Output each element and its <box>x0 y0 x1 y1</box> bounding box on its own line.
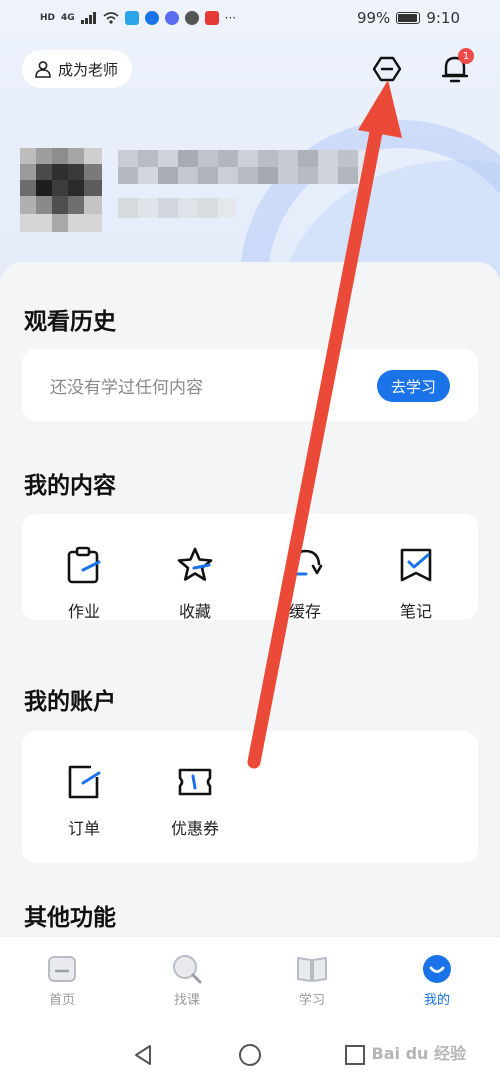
orders-item[interactable]: 订单 <box>44 763 124 839</box>
tab-study-label: 学习 <box>298 993 325 1008</box>
go-study-button[interactable]: 去学习 <box>376 370 450 402</box>
network-indicator: 4G <box>61 13 75 23</box>
watch-history-title: 观看历史 <box>24 309 116 335</box>
watch-history-card: 还没有学过任何内容 去学习 <box>22 349 478 421</box>
recents-square-icon[interactable] <box>344 1043 366 1067</box>
tab-study[interactable]: 学习 <box>272 953 352 1008</box>
chat-notification-icon <box>184 11 199 25</box>
settings-button[interactable] <box>370 52 404 86</box>
app-notification-icon <box>144 11 159 25</box>
notifications-button[interactable]: 1 <box>438 48 474 86</box>
tab-mine[interactable]: 我的 <box>397 953 477 1008</box>
coupon-icon <box>178 768 212 796</box>
my-account-card: 订单 优惠券 <box>22 731 478 863</box>
cache-download-icon <box>289 549 323 576</box>
home-circle-icon[interactable] <box>238 1043 262 1067</box>
favorites-item[interactable]: 收藏 <box>155 546 235 622</box>
hexagon-settings-icon <box>372 56 402 82</box>
cache-label: 缓存 <box>288 602 321 621</box>
profile-icon <box>423 955 451 983</box>
order-icon <box>68 765 101 799</box>
coupons-label: 优惠券 <box>170 819 219 838</box>
notes-item[interactable]: 笔记 <box>376 546 456 622</box>
tab-find-course-label: 找课 <box>173 993 200 1008</box>
app-notification-icon <box>164 11 179 25</box>
tab-home-label: 首页 <box>48 993 75 1008</box>
my-account-title: 我的账户 <box>24 689 116 715</box>
notes-label: 笔记 <box>399 602 432 621</box>
back-triangle-icon[interactable] <box>132 1043 154 1067</box>
become-teacher-button[interactable]: 成为老师 <box>22 50 133 88</box>
become-teacher-label: 成为老师 <box>58 60 119 79</box>
homework-item[interactable]: 作业 <box>44 546 124 622</box>
person-icon <box>35 61 51 78</box>
other-functions-title: 其他功能 <box>24 905 116 931</box>
user-subtitle-blurred <box>118 198 236 218</box>
homework-label: 作业 <box>67 602 100 621</box>
my-content-title: 我的内容 <box>24 473 116 499</box>
cache-item[interactable]: 缓存 <box>265 546 345 622</box>
battery-percent: 99% <box>356 9 391 27</box>
watermark: Bai du 经验 <box>371 1044 466 1063</box>
status-bar: HD 4G ··· 99% 9:10 <box>0 0 500 36</box>
coupons-item[interactable]: 优惠券 <box>155 763 235 839</box>
book-icon <box>297 957 327 982</box>
app-notification-icon <box>204 11 219 25</box>
username-blurred <box>118 150 368 184</box>
search-course-icon <box>173 955 202 984</box>
more-notifications-icon: ··· <box>224 11 237 25</box>
tab-find-course[interactable]: 找课 <box>147 953 227 1008</box>
favorite-star-icon <box>177 547 213 581</box>
bottom-tab-bar: 首页 找课 学习 我的 <box>0 936 500 1028</box>
battery-icon <box>396 12 421 24</box>
watch-history-empty-text: 还没有学过任何内容 <box>50 378 203 398</box>
homework-icon <box>67 546 101 584</box>
tab-mine-label: 我的 <box>423 993 450 1008</box>
wifi-icon <box>103 12 119 24</box>
clock: 9:10 <box>426 9 460 27</box>
notes-icon <box>400 548 432 582</box>
signal-icon <box>80 12 96 24</box>
app-notification-icon <box>124 11 139 25</box>
tab-home[interactable]: 首页 <box>22 953 102 1008</box>
my-content-card: 作业 收藏 缓存 笔记 <box>22 514 478 622</box>
hd-indicator: HD <box>40 13 56 23</box>
avatar[interactable] <box>20 148 102 232</box>
notification-badge: 1 <box>458 48 474 64</box>
home-icon <box>48 956 76 982</box>
orders-label: 订单 <box>67 819 100 838</box>
favorites-label: 收藏 <box>178 602 211 621</box>
content-panel: 观看历史 还没有学过任何内容 去学习 我的内容 作业 收藏 缓存 笔记 我的账户… <box>0 262 500 942</box>
